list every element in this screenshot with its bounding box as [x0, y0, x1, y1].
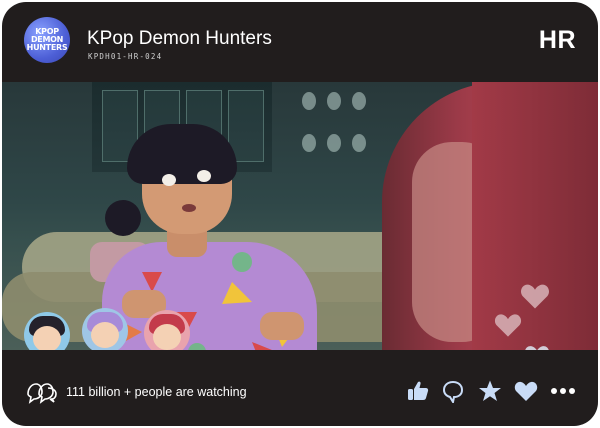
heart-icon	[521, 284, 549, 309]
character-eye-right	[197, 170, 211, 182]
bokeh-light	[327, 134, 341, 152]
favorite-button[interactable]	[477, 378, 503, 404]
character-mouth	[182, 204, 196, 212]
comment-button[interactable]	[440, 378, 466, 404]
chat-bubble-icon	[442, 380, 464, 403]
love-button[interactable]	[513, 378, 539, 404]
like-button[interactable]	[405, 378, 431, 404]
character-hair-bun	[105, 200, 141, 236]
more-button[interactable]	[550, 378, 576, 404]
character-hand-right	[260, 312, 304, 340]
bokeh-light	[352, 92, 366, 110]
logo-text-line-3: HUNTERS	[26, 43, 68, 52]
avatar-angry-girl[interactable]	[24, 312, 70, 350]
card-header: KPOP DEMON HUNTERS KPop Demon Hunters KP…	[2, 2, 598, 82]
viewers-icon	[27, 383, 57, 404]
heart-icon	[514, 381, 538, 401]
scene-image	[2, 82, 598, 350]
bokeh-light	[302, 134, 316, 152]
card-code: KPDH01-HR-024	[88, 52, 163, 61]
bokeh-light	[302, 92, 316, 110]
character-hair	[127, 124, 237, 184]
viewers-count-text: 111 billion + people are watching	[66, 385, 247, 399]
card-title: KPop Demon Hunters	[87, 28, 272, 49]
heart-icon	[494, 314, 522, 337]
avatar-purple-braid[interactable]	[82, 308, 128, 350]
thumbs-up-icon	[408, 381, 429, 400]
card-footer: 111 billion + people are watching	[2, 350, 598, 426]
bokeh-light	[327, 92, 341, 110]
bokeh-light	[352, 134, 366, 152]
more-icon	[551, 388, 575, 394]
avatar-red-hair[interactable]	[144, 310, 190, 350]
rarity-badge: HR	[538, 26, 576, 54]
character-eye-left	[162, 174, 176, 186]
star-icon	[479, 380, 501, 401]
brand-logo: KPOP DEMON HUNTERS	[24, 17, 70, 63]
trading-card: KPOP DEMON HUNTERS KPop Demon Hunters KP…	[2, 2, 598, 426]
